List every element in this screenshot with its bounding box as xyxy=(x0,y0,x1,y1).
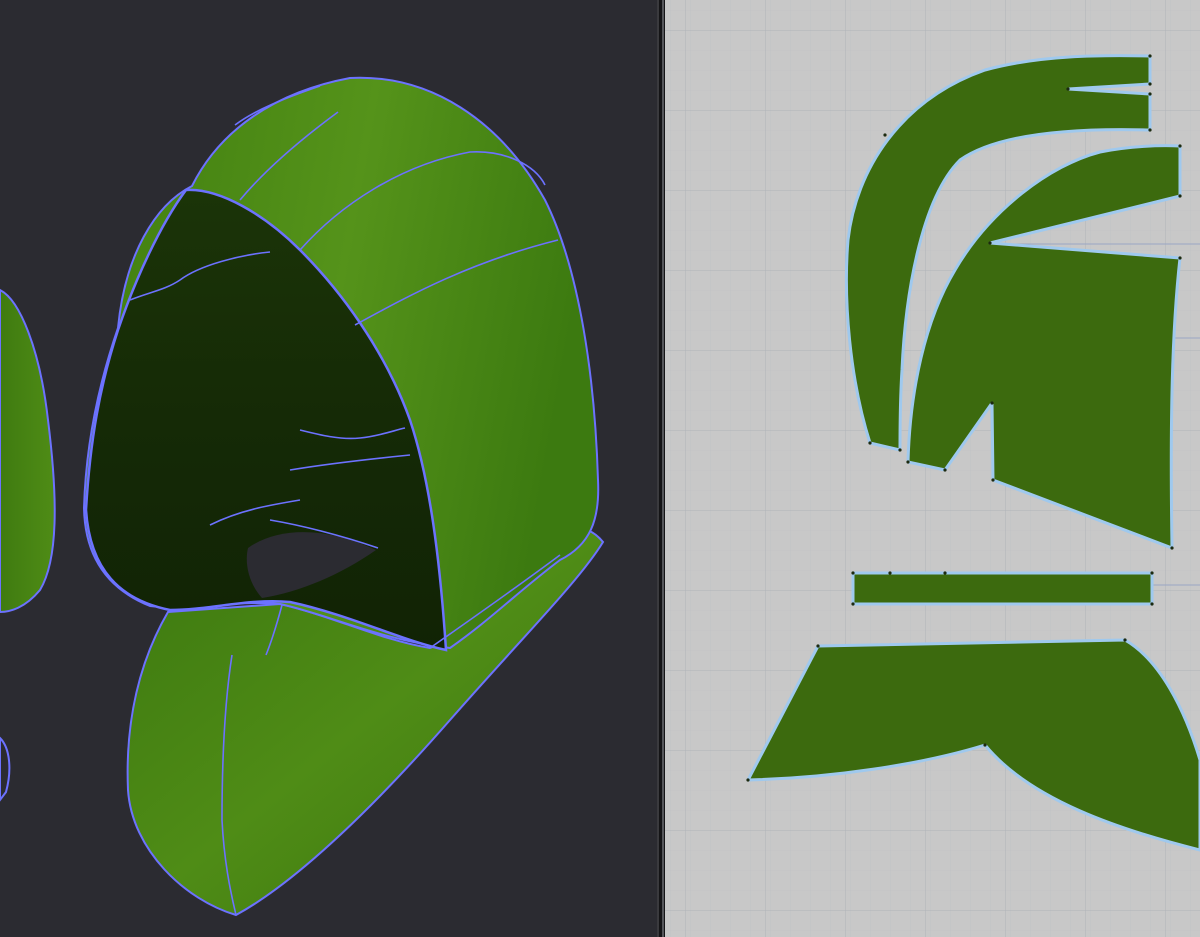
viewport-3d[interactable] xyxy=(0,0,657,937)
viewport-2d[interactable] xyxy=(665,0,1200,937)
splitter-edge-left xyxy=(657,0,659,937)
app-window xyxy=(0,0,1200,937)
viewport-2d-canvas[interactable] xyxy=(665,0,1200,937)
viewport-3d-canvas[interactable] xyxy=(0,0,657,937)
vertical-splitter-handle[interactable] xyxy=(657,0,665,937)
pattern-piece-hood-strip[interactable] xyxy=(851,571,1154,606)
splitter-edge-right xyxy=(662,0,664,937)
